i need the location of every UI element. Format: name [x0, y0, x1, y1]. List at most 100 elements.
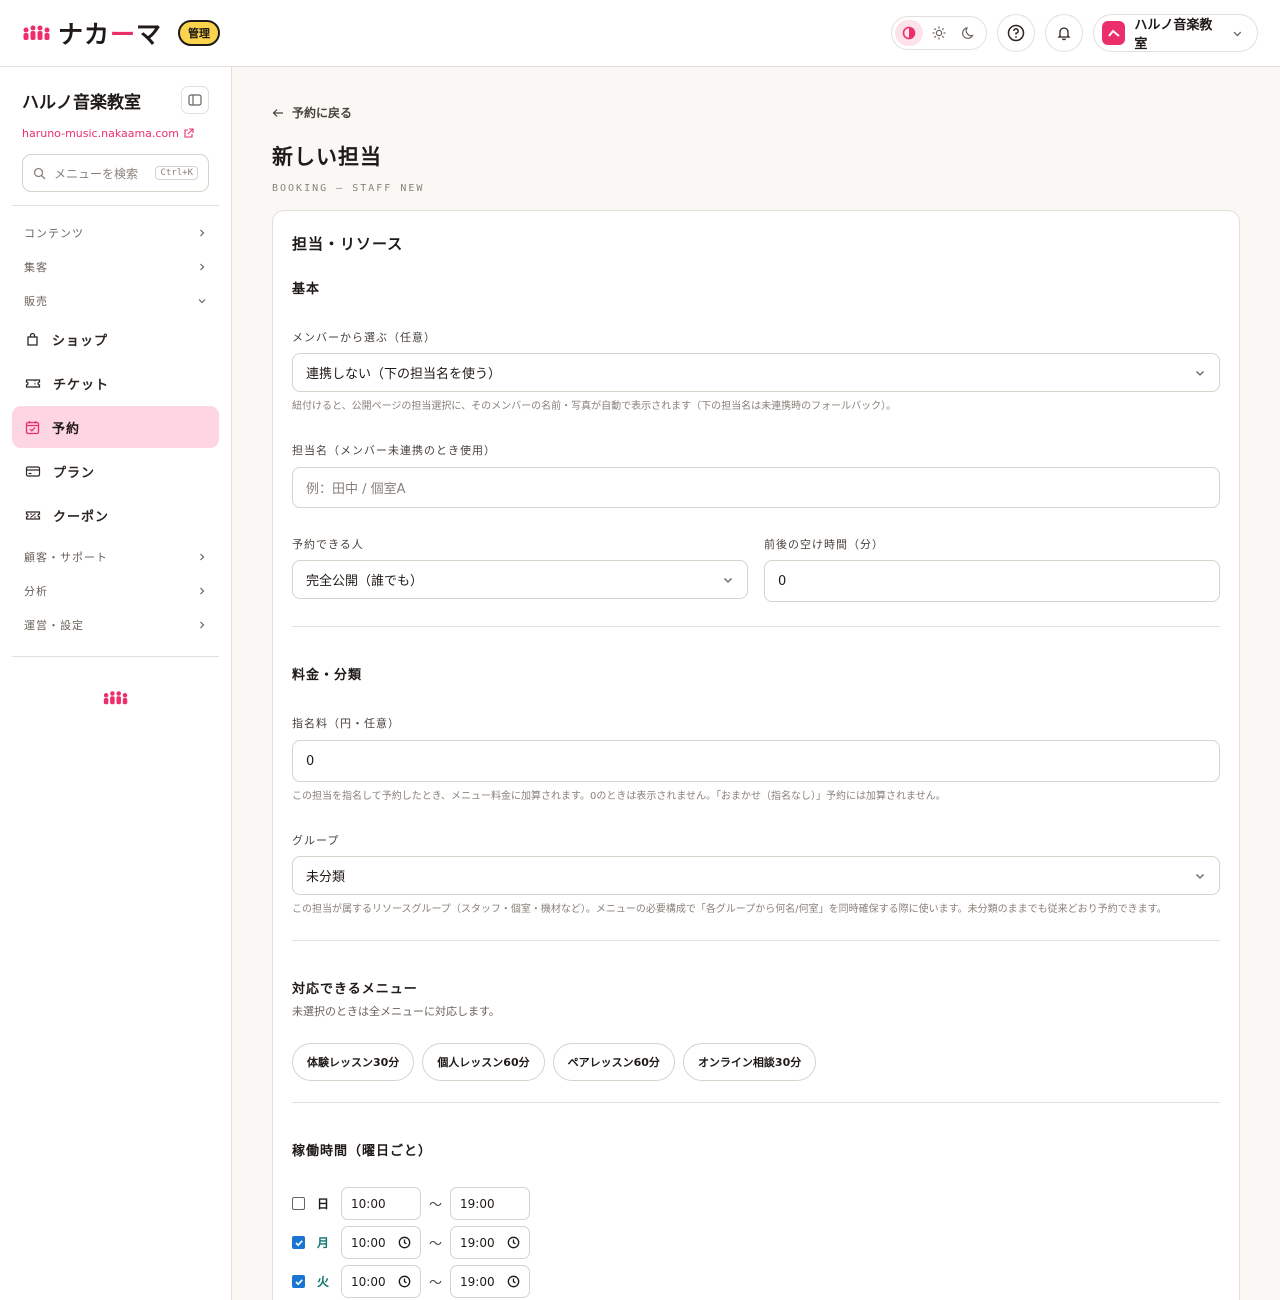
start-time-input[interactable]: 10:00 — [341, 1226, 421, 1259]
sidebar-footer-logo — [12, 689, 219, 707]
search-shortcut: Ctrl+K — [155, 166, 198, 180]
menu-chip[interactable]: オンライン相談30分 — [682, 1043, 817, 1081]
nav-section-analytics[interactable]: 分析 — [12, 574, 219, 608]
nav-section-sales[interactable]: 販売 — [12, 284, 219, 318]
people-logo-icon — [103, 691, 127, 705]
sidebar-item-label: クーポン — [53, 509, 110, 525]
nav-section-support[interactable]: 顧客・サポート — [12, 540, 219, 574]
group-select[interactable]: 未分類 — [292, 856, 1220, 895]
chevron-down-icon — [1233, 31, 1242, 36]
sidebar-item-label: プラン — [53, 465, 96, 481]
back-link-label: 予約に戻る — [292, 106, 353, 120]
who-can-book-group: 予約できる人 完全公開（誰でも） — [292, 536, 748, 602]
nav-section-settings[interactable]: 運営・設定 — [12, 608, 219, 642]
menu-search-input[interactable]: メニューを検索 Ctrl+K — [22, 154, 209, 192]
staff-name-input[interactable]: 例：田中 / 個室A — [292, 467, 1220, 508]
start-time-value: 10:00 — [351, 1235, 386, 1250]
nomination-fee-label: 指名料（円・任意） — [292, 717, 400, 730]
end-time-input[interactable]: 19:00 — [450, 1187, 530, 1220]
help-button[interactable] — [997, 14, 1035, 52]
start-time-input[interactable]: 10:00 — [341, 1187, 421, 1220]
day-checkbox[interactable] — [292, 1197, 305, 1210]
collapse-sidebar-button[interactable] — [181, 86, 209, 114]
day-checkbox[interactable] — [292, 1236, 305, 1249]
end-time-input[interactable]: 19:00 — [450, 1265, 530, 1298]
chevron-right-icon — [200, 263, 205, 271]
buffer-time-input[interactable]: 0 — [764, 560, 1220, 602]
checkmark-icon — [294, 1278, 303, 1285]
nav-section-contents[interactable]: コンテンツ — [12, 216, 219, 250]
staff-form-card: 担当・リソース 基本 メンバーから選ぶ（任意） 連携しない（下の担当名を使う） … — [272, 210, 1240, 1300]
hours-list: 日 10:00 〜 19:00 月 10:00 〜 19:00 火 10:00 … — [292, 1187, 1220, 1298]
sidebar-item-label: ショップ — [52, 333, 109, 349]
chevron-down-icon — [1196, 873, 1204, 879]
theme-light-button[interactable] — [925, 20, 953, 46]
sidebar-item-shop[interactable]: ショップ — [12, 318, 219, 360]
ticket-icon — [25, 378, 41, 388]
bell-icon — [1057, 27, 1071, 41]
search-placeholder: メニューを検索 — [54, 166, 139, 181]
section-pricing-heading: 料金・分類 — [292, 668, 363, 683]
section-divider — [292, 940, 1220, 941]
main-content: 予約に戻る 新しい担当 BOOKING — STAFF NEW 担当・リソース … — [272, 67, 1240, 1300]
shopping-bag-icon — [27, 332, 38, 346]
time-separator: 〜 — [428, 1237, 442, 1252]
day-checkbox[interactable] — [292, 1275, 305, 1288]
sidebar-toggle-icon — [188, 94, 202, 106]
menu-chips: 体験レッスン30分 個人レッスン60分 ペアレッスン60分 オンライン相談30分 — [292, 1043, 1220, 1081]
member-select[interactable]: 連携しない（下の担当名を使う） — [292, 353, 1220, 392]
account-switcher[interactable]: ハルノ音楽教室 — [1093, 14, 1258, 52]
day-label: 日 — [316, 1197, 329, 1211]
nomination-fee-input[interactable]: 0 — [292, 740, 1220, 782]
end-time-input[interactable]: 19:00 — [450, 1226, 530, 1259]
nav-section-marketing[interactable]: 集客 — [12, 250, 219, 284]
member-select-label: メンバーから選ぶ（任意） — [292, 331, 436, 344]
sun-icon — [932, 26, 946, 40]
top-header: ナカーマ 管理 ハルノ音楽教室 — [0, 0, 1280, 67]
sidebar-item-booking[interactable]: 予約 — [12, 406, 219, 448]
time-separator: 〜 — [428, 1276, 442, 1291]
sidebar: ハルノ音楽教室 haruno-music.nakaama.com メニューを検索… — [0, 67, 232, 1300]
section-divider — [292, 1102, 1220, 1103]
help-icon — [1007, 24, 1025, 42]
brand-logo[interactable]: ナカーマ 管理 — [22, 15, 221, 51]
menu-chip[interactable]: 個人レッスン60分 — [422, 1043, 545, 1081]
site-url-link[interactable]: haruno-music.nakaama.com — [12, 127, 219, 140]
clock-icon[interactable] — [507, 1275, 520, 1288]
external-link-icon — [184, 128, 194, 138]
start-time-input[interactable]: 10:00 — [341, 1265, 421, 1298]
group-label: グループ — [292, 834, 340, 847]
hours-row-sunday: 日 10:00 〜 19:00 — [292, 1187, 1220, 1220]
sidebar-divider — [12, 656, 219, 657]
end-time-value: 19:00 — [460, 1274, 495, 1289]
notifications-button[interactable] — [1045, 14, 1083, 52]
day-label: 火 — [316, 1275, 329, 1289]
member-select-help: 紐付けると、公開ページの担当選択に、そのメンバーの名前・写真が自動で表示されます… — [292, 401, 897, 412]
moon-icon — [962, 27, 974, 39]
clock-icon[interactable] — [398, 1275, 411, 1288]
nav-section-label: 顧客・サポート — [24, 551, 108, 564]
back-to-booking-link[interactable]: 予約に戻る — [272, 104, 1240, 121]
arrow-left-icon — [272, 108, 283, 117]
brand-name-after: マ — [136, 20, 163, 49]
nomination-fee-value: 0 — [306, 753, 315, 769]
clock-icon[interactable] — [507, 1236, 520, 1249]
nav-section-label: 運営・設定 — [24, 619, 84, 632]
start-time-value: 10:00 — [351, 1196, 386, 1211]
contrast-icon — [902, 26, 916, 40]
buffer-time-value: 0 — [778, 573, 787, 589]
sidebar-item-plan[interactable]: プラン — [12, 450, 219, 492]
who-can-book-select[interactable]: 完全公開（誰でも） — [292, 560, 748, 599]
nav-section-label: 販売 — [24, 295, 48, 308]
sidebar-item-coupon[interactable]: クーポン — [12, 494, 219, 536]
theme-auto-button[interactable] — [895, 20, 923, 46]
menu-chip[interactable]: ペアレッスン60分 — [552, 1043, 675, 1081]
hours-row-monday: 月 10:00 〜 19:00 — [292, 1226, 1220, 1259]
menu-chip[interactable]: 体験レッスン30分 — [292, 1043, 415, 1081]
theme-dark-button[interactable] — [955, 20, 983, 46]
page-title: 新しい担当 — [272, 145, 382, 169]
credit-card-icon — [25, 465, 41, 477]
site-url-text: haruno-music.nakaama.com — [22, 127, 179, 140]
clock-icon[interactable] — [398, 1236, 411, 1249]
sidebar-item-ticket[interactable]: チケット — [12, 362, 219, 404]
